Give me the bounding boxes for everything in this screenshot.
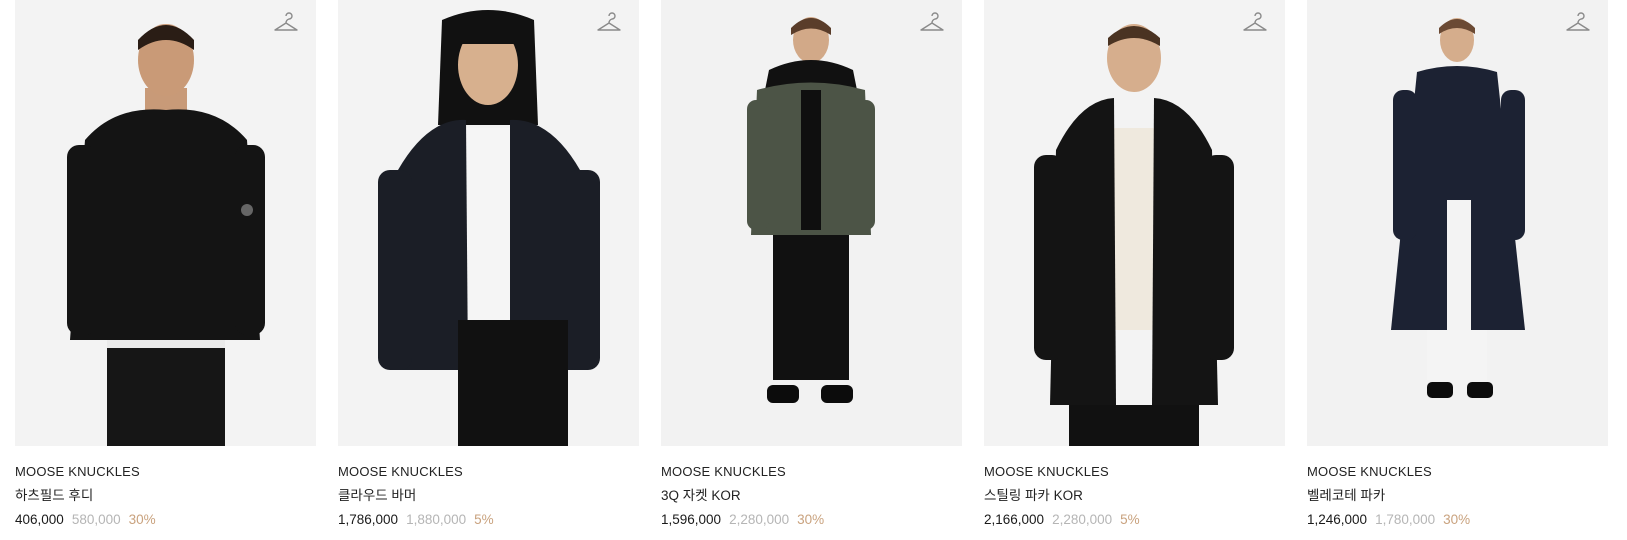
product-photo (661, 0, 962, 446)
product-card[interactable]: MOOSE KNUCKLES 벨레코테 파카 1,246,000 1,780,00… (1307, 0, 1608, 529)
product-card[interactable]: MOOSE KNUCKLES 3Q 자켓 KOR 1,596,000 2,280,… (661, 0, 962, 529)
product-card[interactable]: MOOSE KNUCKLES 클라우드 바머 1,786,000 1,880,00… (338, 0, 639, 529)
product-name[interactable]: 클라우드 바머 (338, 487, 639, 505)
product-grid: MOOSE KNUCKLES 하츠필드 후디 406,000 580,000 30% (0, 0, 1627, 540)
brand-name: MOOSE KNUCKLES (1307, 464, 1432, 479)
original-price: 580,000 (71, 512, 121, 527)
product-name[interactable]: 3Q 자켓 KOR (661, 487, 962, 505)
product-name[interactable]: 벨레코테 파카 (1307, 487, 1608, 505)
sale-price: 1,786,000 (338, 512, 399, 527)
hanger-icon[interactable] (272, 10, 300, 34)
product-image[interactable] (15, 0, 316, 446)
original-price: 1,880,000 (406, 512, 467, 527)
price-row: 2,166,000 2,280,000 5% (984, 511, 1285, 529)
product-info: MOOSE KNUCKLES 하츠필드 후디 406,000 580,000 30% (15, 446, 316, 529)
original-price: 2,280,000 (1052, 512, 1113, 527)
price-row: 1,786,000 1,880,000 5% (338, 511, 639, 529)
product-info: MOOSE KNUCKLES 3Q 자켓 KOR 1,596,000 2,280,… (661, 446, 962, 529)
brand-name: MOOSE KNUCKLES (984, 464, 1109, 479)
sale-price: 1,596,000 (661, 512, 722, 527)
discount-rate: 5% (1120, 512, 1140, 527)
price-row: 406,000 580,000 30% (15, 511, 316, 529)
product-photo (1307, 0, 1608, 446)
product-image[interactable] (661, 0, 962, 446)
product-info: MOOSE KNUCKLES 스틸링 파카 KOR 2,166,000 2,280… (984, 446, 1285, 529)
price-row: 1,596,000 2,280,000 30% (661, 511, 962, 529)
sale-price: 1,246,000 (1307, 512, 1368, 527)
product-image[interactable] (338, 0, 639, 446)
discount-rate: 30% (797, 512, 825, 527)
product-image[interactable] (1307, 0, 1608, 446)
sale-price: 2,166,000 (984, 512, 1045, 527)
product-photo (15, 0, 316, 446)
product-info: MOOSE KNUCKLES 벨레코테 파카 1,246,000 1,780,00… (1307, 446, 1608, 529)
hanger-icon[interactable] (595, 10, 623, 34)
product-photo (338, 0, 639, 446)
brand-name: MOOSE KNUCKLES (15, 464, 140, 479)
brand-name: MOOSE KNUCKLES (661, 464, 786, 479)
product-name[interactable]: 스틸링 파카 KOR (984, 487, 1285, 505)
sale-price: 406,000 (15, 512, 64, 527)
product-card[interactable]: MOOSE KNUCKLES 하츠필드 후디 406,000 580,000 30% (15, 0, 316, 529)
discount-rate: 5% (474, 512, 494, 527)
product-image[interactable] (984, 0, 1285, 446)
product-info: MOOSE KNUCKLES 클라우드 바머 1,786,000 1,880,00… (338, 446, 639, 529)
hanger-icon[interactable] (1241, 10, 1269, 34)
original-price: 1,780,000 (1375, 512, 1436, 527)
original-price: 2,280,000 (729, 512, 790, 527)
discount-rate: 30% (1443, 512, 1471, 527)
brand-name: MOOSE KNUCKLES (338, 464, 463, 479)
discount-rate: 30% (128, 512, 156, 527)
price-row: 1,246,000 1,780,000 30% (1307, 511, 1608, 529)
product-photo (984, 0, 1285, 446)
product-card[interactable]: MOOSE KNUCKLES 스틸링 파카 KOR 2,166,000 2,280… (984, 0, 1285, 529)
product-name[interactable]: 하츠필드 후디 (15, 487, 316, 505)
hanger-icon[interactable] (918, 10, 946, 34)
hanger-icon[interactable] (1564, 10, 1592, 34)
